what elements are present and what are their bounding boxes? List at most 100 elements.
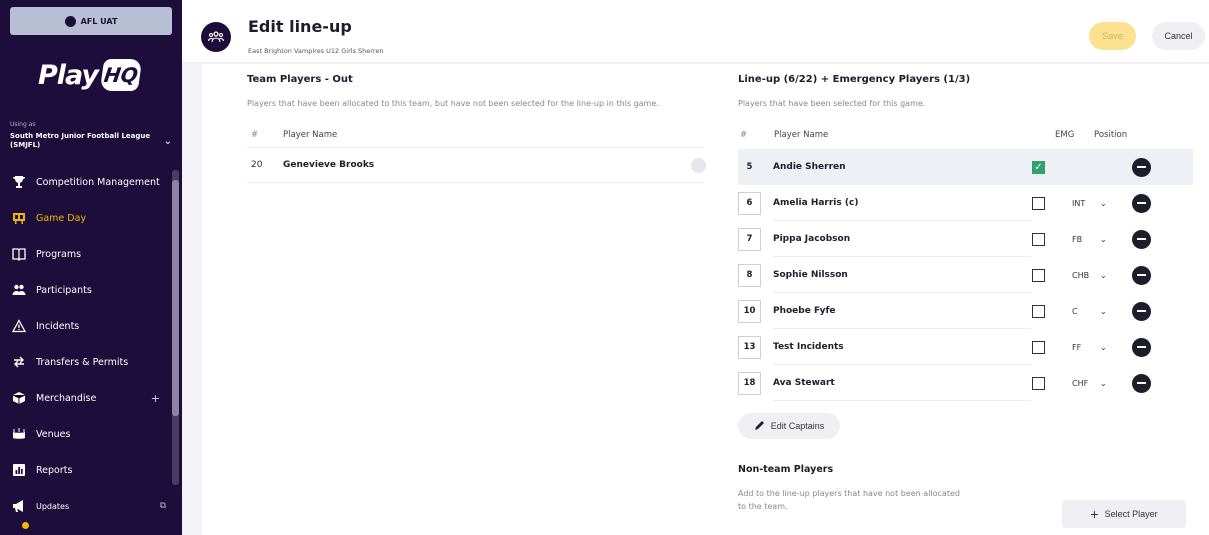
sidebar-item-label: Competition Management [36,176,160,188]
transfer-icon [11,354,27,370]
remove-player-button[interactable] [1132,157,1151,177]
player-number[interactable]: 7 [738,227,761,251]
box-icon [11,390,27,406]
sidebar-item-incidents[interactable]: Incidents [0,308,182,344]
page-title: Edit line-up [248,17,352,36]
logo-mark: HQ [99,59,143,91]
lineup-section: Line-up (6/22) + Emergency Players (1/3)… [738,74,1193,528]
table-row[interactable]: 7 Pippa Jacobson FB ⌄ [738,221,1193,257]
player-name: Sophie Nilsson [773,257,1031,293]
remove-player-button[interactable] [1132,337,1151,357]
organisation-switcher[interactable]: South Metro Junior Football League (SMJF… [10,132,172,150]
player-name: Genevieve Brooks [283,160,375,170]
table-row[interactable]: 13 Test Incidents FF ⌄ [738,329,1193,365]
emg-checkbox[interactable] [1032,376,1045,390]
lineup-list: 5 Andie Sherren ✓ 6 Amelia Harris (c) IN… [738,149,1193,401]
position-select[interactable]: FF ⌄ [1070,343,1132,352]
sidebar-item-merchandise[interactable]: Merchandise + [0,380,182,416]
player-name: Amelia Harris (c) [773,185,1031,221]
player-number[interactable]: 8 [738,263,761,287]
environment-icon [64,15,76,27]
team-players-out-section: Team Players - Out Players that have bee… [247,74,706,183]
sidebar-item-participants[interactable]: Participants [0,272,182,308]
player-name: Phoebe Fyfe [773,293,1031,329]
table-row[interactable]: 10 Phoebe Fyfe C ⌄ [738,293,1193,329]
remove-player-button[interactable] [1132,229,1151,249]
sidebar-item-competition-management[interactable]: Competition Management [0,164,182,200]
sidebar-item-label: Incidents [36,320,80,332]
player-number: 20 [251,160,263,170]
remove-player-button[interactable] [1132,265,1151,285]
notification-badge [21,521,30,530]
cancel-button[interactable]: Cancel [1152,22,1205,50]
expand-icon[interactable]: + [151,392,160,405]
player-number[interactable]: 13 [738,335,761,359]
add-to-lineup-icon[interactable] [691,158,706,173]
player-number[interactable]: 18 [738,371,761,395]
main-area: Edit line-up East Brighton Vampires U12 … [182,0,1209,535]
sidebar: AFL UAT Play HQ Using as South Metro Jun… [0,0,182,535]
sidebar-item-label: Participants [36,284,92,296]
column-position-header: Position [1094,130,1128,140]
scoreboard-icon [11,210,27,226]
emg-checkbox[interactable]: ✓ [1032,160,1045,174]
megaphone-icon [11,498,27,514]
sidebar-item-reports[interactable]: Reports [0,452,182,488]
table-row[interactable]: 20 Genevieve Brooks [247,148,706,183]
sidebar-item-transfers-permits[interactable]: Transfers & Permits [0,344,182,380]
position-value: FB [1072,234,1083,244]
table-row[interactable]: 18 Ava Stewart CHF ⌄ [738,365,1193,401]
emg-checkbox[interactable] [1032,340,1045,354]
player-number[interactable]: 10 [738,299,761,323]
position-value: C [1072,306,1078,316]
external-link-icon: ⧉ [159,501,166,511]
report-icon [11,462,27,478]
remove-player-button[interactable] [1132,373,1151,393]
environment-badge[interactable]: AFL UAT [10,7,172,35]
sidebar-item-updates[interactable]: Updates ⧉ [0,488,182,524]
sidebar-item-game-day[interactable]: Game Day [0,200,182,236]
remove-player-button[interactable] [1132,301,1151,321]
position-select[interactable]: INT ⌄ [1070,199,1132,208]
sidebar-item-label: Updates [36,501,70,511]
table-row[interactable]: 8 Sophie Nilsson CHB ⌄ [738,257,1193,293]
section-description: Players that have been selected for this… [738,99,926,108]
select-player-button[interactable]: + Select Player [1062,500,1186,528]
emg-checkbox[interactable] [1032,196,1045,210]
emg-checkbox[interactable] [1032,232,1045,246]
table-header: # Player Name EMG Position [738,125,1193,145]
sidebar-item-label: Reports [36,464,73,476]
environment-label: AFL UAT [80,16,118,26]
sidebar-scrollbar-thumb[interactable] [172,180,179,416]
remove-player-button[interactable] [1132,193,1151,213]
table-row[interactable]: 5 Andie Sherren ✓ [738,149,1193,185]
sidebar-item-programs[interactable]: Programs [0,236,182,272]
position-select[interactable]: FB ⌄ [1070,235,1132,244]
non-team-players-description: Add to the line-up players that have not… [738,489,960,511]
table-row[interactable]: 6 Amelia Harris (c) INT ⌄ [738,185,1193,221]
sidebar-item-venues[interactable]: Venues [0,416,182,452]
app: AFL UAT Play HQ Using as South Metro Jun… [0,0,1209,535]
warning-icon [11,318,27,334]
player-name: Pippa Jacobson [773,221,1031,257]
column-emg-header: EMG [1055,130,1075,140]
using-as-label: Using as [10,121,36,128]
emg-checkbox[interactable] [1032,268,1045,282]
position-select[interactable]: CHB ⌄ [1070,271,1132,280]
emg-checkbox[interactable] [1032,304,1045,318]
section-title: Line-up (6/22) + Emergency Players (1/3) [738,74,971,85]
position-value: CHF [1072,378,1089,388]
sidebar-item-label: Transfers & Permits [36,356,129,368]
save-button[interactable]: Save [1089,22,1136,50]
position-value: FF [1072,342,1082,352]
position-select[interactable]: CHF ⌄ [1070,379,1132,388]
sidebar-item-label: Venues [36,428,71,440]
non-team-players-title: Non-team Players [738,464,834,475]
player-number[interactable]: 6 [738,191,761,215]
pencil-icon [754,420,765,433]
playhq-logo[interactable]: Play HQ [38,55,182,95]
player-name: Andie Sherren [773,162,846,172]
player-number[interactable]: 5 [738,156,761,179]
edit-captains-button[interactable]: Edit Captains [738,413,840,439]
position-select[interactable]: C ⌄ [1070,307,1132,316]
